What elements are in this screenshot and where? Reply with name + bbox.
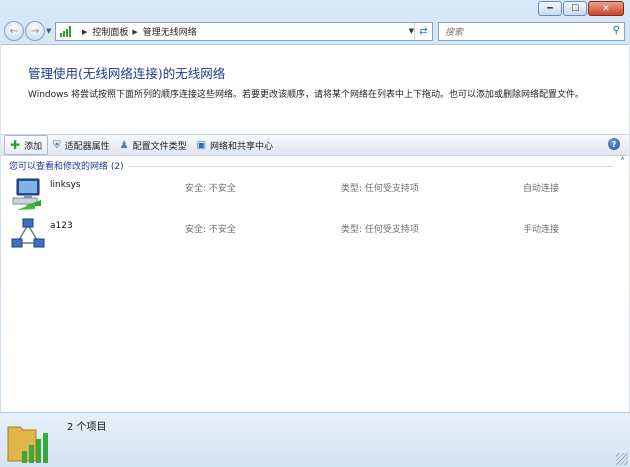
network-name: a123	[50, 221, 73, 231]
network-mode: 手动连接	[523, 225, 560, 235]
user-icon: ♟	[119, 139, 129, 151]
address-bar[interactable]: ▶ 控制面板 ▶ 管理无线网络 ▼ ⇄	[55, 22, 433, 41]
network-name: linksys	[50, 180, 81, 190]
maximize-button[interactable]: ☐	[563, 1, 587, 16]
forward-button[interactable]: →	[25, 21, 45, 41]
group-label: 您可以查看和修改的网络 (2)	[9, 162, 128, 172]
list-item[interactable]: linksys 安全: 不安全 类型: 任何受支持项 自动连接	[1, 176, 629, 214]
list-item[interactable]: a123 安全: 不安全 类型: 任何受支持项 手动连接	[1, 217, 629, 255]
search-input[interactable]	[443, 24, 607, 41]
back-button[interactable]: ←	[4, 21, 24, 41]
address-row: ← → ▼ ▶ 控制面板 ▶ 管理无线网络 ▼ ⇄ ⚲	[0, 18, 630, 44]
title-bar: ━ ☐ ✕	[0, 0, 630, 18]
resize-grip-icon[interactable]	[616, 453, 628, 465]
search-box[interactable]: ⚲	[438, 22, 625, 41]
toolbar: ✚ 添加 ⛨ 适配器属性 ♟ 配置文件类型 ▣ 网络和共享中心 ?	[1, 134, 629, 156]
page-title: 管理使用(无线网络连接)的无线网络	[28, 66, 226, 81]
profile-types-label: 配置文件类型	[132, 141, 187, 152]
adapter-properties-button[interactable]: ⛨ 适配器属性	[48, 136, 115, 154]
breadcrumb: ▶ 控制面板 ▶ 管理无线网络	[78, 25, 197, 39]
network-type: 类型: 任何受支持项	[341, 225, 419, 235]
network-center-button[interactable]: ▣ 网络和共享中心	[192, 136, 278, 154]
item-count: 2 个项目	[67, 422, 107, 433]
search-icon[interactable]: ⚲	[613, 25, 620, 36]
network-group-header[interactable]: 您可以查看和修改的网络 (2) ˄	[9, 157, 625, 172]
help-button[interactable]: ?	[608, 138, 620, 150]
minimize-icon: ━	[547, 3, 553, 14]
refresh-icon: ⇄	[419, 26, 428, 37]
window: ━ ☐ ✕ ← → ▼ ▶ 控制面板 ▶ 管理无线网络 ▼ ⇄ 搜索 ⚲ 管理使…	[0, 0, 630, 467]
help-icon: ?	[611, 139, 617, 149]
breadcrumb-arrow-icon[interactable]: ▶	[82, 28, 87, 36]
plus-icon: ✚	[10, 138, 21, 152]
close-icon: ✕	[602, 3, 610, 14]
network-center-label: 网络和共享中心	[210, 141, 274, 152]
breadcrumb-manage-wireless[interactable]: 管理无线网络	[143, 25, 197, 38]
wireless-computer-icon	[12, 178, 41, 210]
back-arrow-icon: ←	[9, 25, 19, 37]
network-security: 安全: 不安全	[185, 225, 236, 235]
refresh-button[interactable]: ⇄	[414, 23, 432, 40]
close-button[interactable]: ✕	[588, 1, 624, 16]
wireless-folder-icon	[7, 426, 48, 463]
add-label: 添加	[24, 141, 43, 152]
details-pane: 2 个项目	[0, 412, 630, 467]
shield-icon: ⛨	[53, 139, 61, 151]
content-pane: 管理使用(无线网络连接)的无线网络 Windows 将尝试按照下面所列的顺序连接…	[1, 44, 629, 413]
adhoc-network-icon	[11, 218, 45, 248]
collapse-chevron-icon[interactable]: ˄	[618, 157, 625, 168]
recent-pages-dropdown[interactable]: ▼	[46, 27, 51, 35]
network-icon: ▣	[196, 139, 207, 151]
maximize-icon: ☐	[570, 3, 580, 14]
adapter-properties-label: 适配器属性	[64, 141, 110, 152]
network-security: 安全: 不安全	[185, 184, 236, 194]
forward-arrow-icon: →	[30, 25, 40, 37]
minimize-button[interactable]: ━	[538, 1, 562, 16]
caption-buttons: ━ ☐ ✕	[537, 1, 624, 16]
network-type: 类型: 任何受支持项	[341, 184, 419, 194]
page-description: Windows 将尝试按照下面所列的顺序连接这些网络。若要更改该顺序，请将某个网…	[28, 90, 585, 100]
breadcrumb-control-panel[interactable]: 控制面板	[92, 25, 128, 38]
network-mode: 自动连接	[523, 184, 560, 194]
add-button[interactable]: ✚ 添加	[4, 135, 49, 155]
profile-types-button[interactable]: ♟ 配置文件类型	[115, 136, 192, 154]
breadcrumb-arrow-icon[interactable]: ▶	[132, 28, 137, 36]
signal-bars-icon	[60, 26, 74, 37]
